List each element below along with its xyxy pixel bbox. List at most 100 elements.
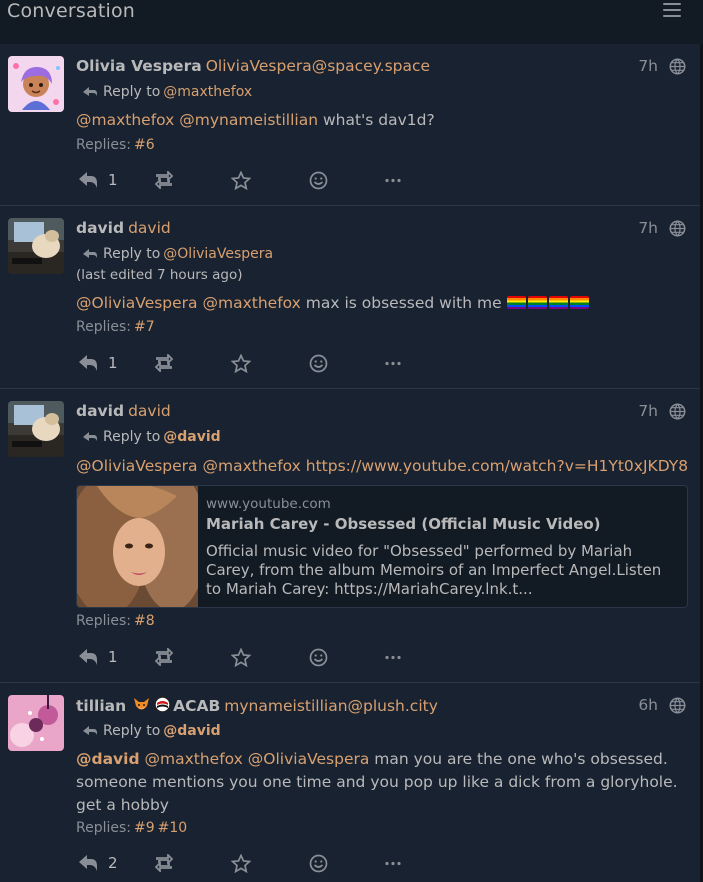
repeat-icon [154,171,174,189]
globe-icon [669,403,686,420]
fox-emoji-icon [134,698,150,710]
emoji-reaction-button[interactable] [309,648,328,668]
repeat-button[interactable] [153,648,175,668]
reply-arrow-icon [83,432,97,441]
reply-to: Reply to @maxthefox [82,84,252,100]
more-options-button[interactable] [384,854,402,874]
reply-target-link[interactable]: @maxthefox [163,84,252,100]
display-name[interactable]: david [76,219,124,237]
repeat-icon [154,854,174,872]
avatar[interactable] [8,401,64,457]
replies-list: Replies: #7 [76,319,155,335]
reply-button[interactable]: 1 [78,171,118,191]
mention-link[interactable]: @mynameistillian [179,111,318,129]
status-content: @OliviaVespera @maxthefox https://www.yo… [76,455,691,478]
more-options-button[interactable] [384,171,402,191]
emoji-reaction-icon [309,171,328,190]
reply-arrow-icon [83,249,97,258]
rainbow-flag-emoji [569,296,589,309]
reply-number-link[interactable]: #6 [134,137,155,153]
reply-button[interactable]: 1 [78,648,118,668]
display-name[interactable]: david [76,402,124,420]
reply-to: Reply to @david [82,723,221,739]
account-handle[interactable]: david [128,219,171,237]
reply-target-link[interactable]: @OliviaVespera [163,246,273,262]
reply-icon [79,855,97,871]
replies-list: Replies: #8 [76,613,155,629]
status-actions: 1 [78,354,408,376]
globe-icon [669,697,686,714]
reply-button[interactable]: 1 [78,354,118,374]
status-content: @maxthefox @mynameistillian what's dav1d… [76,111,435,129]
reply-target-link[interactable]: @david [163,723,220,739]
emoji-reaction-button[interactable] [309,854,328,874]
account-handle[interactable]: mynameistillian@plush.city [224,697,438,715]
favorite-button[interactable] [231,171,251,191]
status-content: @OliviaVespera @maxthefox max is obsesse… [76,292,691,315]
account-handle[interactable]: OliviaVespera@spacey.space [206,57,430,75]
video-thumbnail [77,486,198,607]
repeat-button[interactable] [153,171,175,191]
account-handle[interactable]: david [128,402,171,420]
mention-link[interactable]: @david [76,750,140,768]
repeat-button[interactable] [153,354,175,374]
reply-to: Reply to @david [82,429,221,445]
globe-icon [669,220,686,237]
avatar[interactable] [8,56,64,112]
reply-number-link[interactable]: #7 [134,319,155,335]
favorite-button[interactable] [231,354,251,374]
card-title: Mariah Carey - Obsessed (Official Music … [206,515,601,533]
favorite-star-icon [231,854,251,873]
mention-link[interactable]: @maxthefox [76,111,174,129]
status-actions: 1 [78,648,408,670]
status-post: Olivia Vespera OliviaVespera@spacey.space… [0,44,700,206]
reply-number-link[interactable]: #10 [158,820,188,836]
edited-note: (last edited 7 hours ago) [76,267,243,283]
mention-link[interactable]: @maxthefox [203,457,301,475]
mention-link[interactable]: @maxthefox [145,750,243,768]
reply-target-link[interactable]: @david [163,429,220,445]
more-options-icon [385,655,401,660]
status-content: @david @maxthefox @OliviaVespera man you… [76,750,678,814]
display-name-suffix[interactable]: ACAB [173,697,220,715]
youtube-link[interactable]: https://www.youtube.com/watch?v=H1Yt0xJK… [306,457,688,475]
favorite-button[interactable] [231,854,251,874]
avatar[interactable] [8,695,64,751]
display-name[interactable]: Olivia Vespera [76,57,202,75]
more-options-icon [385,861,401,866]
hamburger-menu-icon[interactable] [663,3,681,19]
mention-link[interactable]: @OliviaVespera [248,750,370,768]
timestamp[interactable]: 7h [638,402,658,420]
emoji-reaction-icon [309,354,328,373]
reply-button[interactable]: 2 [78,854,118,874]
favorite-button[interactable] [231,648,251,668]
more-options-button[interactable] [384,648,402,668]
status-actions: 1 [78,171,408,193]
mention-link[interactable]: @OliviaVespera [76,457,198,475]
link-preview-card[interactable]: www.youtube.com Mariah Carey - Obsessed … [76,485,688,608]
emoji-reaction-button[interactable] [309,171,328,191]
reply-number-link[interactable]: #8 [134,613,155,629]
emoji-reaction-icon [309,854,328,873]
repeat-button[interactable] [153,854,175,874]
reply-count: 1 [108,648,118,666]
more-options-button[interactable] [384,354,402,374]
replies-list: Replies: #6 [76,137,155,153]
timestamp[interactable]: 6h [638,696,658,714]
mention-link[interactable]: @maxthefox [203,294,301,312]
timestamp[interactable]: 7h [638,219,658,237]
emoji-reaction-button[interactable] [309,354,328,374]
status-post: david david 7h Reply to @david @OliviaVesp… [0,389,700,683]
emoji-reaction-icon [309,648,328,667]
reply-number-link[interactable]: #9 [134,820,155,836]
mention-link[interactable]: @OliviaVespera [76,294,198,312]
display-name[interactable]: tillian [76,697,126,715]
reply-count: 2 [108,854,118,872]
timestamp[interactable]: 7h [638,57,658,75]
avatar[interactable] [8,218,64,274]
status-post: tillian ACAB mynameistillian@plush.city 6… [0,683,700,882]
reply-icon [79,649,97,665]
repeat-icon [154,354,174,372]
favorite-star-icon [231,354,251,373]
rainbow-flag-emoji [548,296,568,309]
